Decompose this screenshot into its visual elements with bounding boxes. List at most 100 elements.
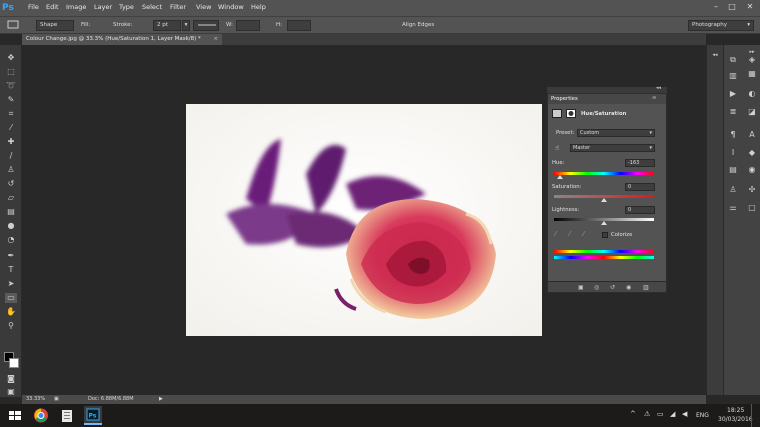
menu-type[interactable]: Type [119,3,134,11]
color-panel-icon[interactable]: ◈ [746,55,758,65]
minimize-button[interactable]: – [710,1,722,13]
lightness-slider-thumb[interactable] [601,221,607,225]
saturation-value-field[interactable]: 0 [625,183,655,191]
screen-mode-icon[interactable]: ▣ [5,387,17,397]
menu-image[interactable]: Image [66,3,86,11]
width-field[interactable] [236,20,260,31]
hand-tool-icon[interactable]: ✋ [5,307,17,317]
properties-panel-icon[interactable]: ⚌ [727,203,739,213]
height-field[interactable] [287,20,311,31]
info-panel-icon[interactable]: ≣ [727,107,739,117]
status-menu-arrow-icon[interactable]: ▶ [159,395,163,404]
character-panel-icon[interactable]: A [746,130,758,140]
clock-date[interactable]: 30/03/2016 [718,416,753,423]
channels-panel-icon[interactable]: ▤ [727,165,739,175]
menu-select[interactable]: Select [142,3,162,11]
notification-icon[interactable]: ⚠ [644,410,650,418]
clock-time[interactable]: 18:25 [727,407,744,414]
history-panel-icon[interactable]: ⧉ [727,55,739,65]
tray-chevron-icon[interactable]: ^ [630,410,636,418]
move-tool-icon[interactable]: ✥ [5,53,17,63]
clone-source-icon[interactable]: ♙ [727,185,739,195]
view-previous-icon[interactable]: ◎ [594,284,599,291]
brush-presets-icon[interactable]: ▥ [727,71,739,81]
rectangle-tool-icon[interactable]: ▭ [5,293,17,303]
menu-filter[interactable]: Filter [170,3,186,11]
maximize-button[interactable]: □ [726,1,738,13]
properties-tab[interactable]: Properties [551,96,578,102]
adjustments-panel-icon[interactable]: ◐ [746,89,758,99]
document-image[interactable] [186,104,542,336]
file-explorer-icon[interactable] [58,406,76,425]
background-color-swatch[interactable] [9,358,19,368]
paragraph-panel-icon[interactable]: ¶ [727,130,739,140]
preset-select[interactable]: Custom ▾ [577,129,655,137]
network-icon[interactable]: ◢ [670,410,675,418]
menu-layer[interactable]: Layer [94,3,112,11]
type-tool-icon[interactable]: T [5,265,17,275]
menu-view[interactable]: View [196,3,211,11]
dodge-tool-icon[interactable]: ◔ [5,235,17,245]
tool-presets-icon[interactable]: ✣ [746,185,758,195]
pen-tool-icon[interactable]: ✒ [5,251,17,261]
menu-edit[interactable]: Edit [46,3,59,11]
lasso-tool-icon[interactable]: ➰ [5,81,17,91]
mask-icon[interactable] [566,109,576,118]
stroke-type-select[interactable] [193,20,219,31]
close-tab-icon[interactable]: × [213,34,218,45]
document-tab[interactable]: Colour Change.jpg @ 33.3% (Hue/Saturatio… [22,34,222,45]
brush-tool-icon[interactable]: ∕ [5,151,17,161]
stroke-width-dropdown[interactable]: ▾ [182,20,190,31]
layers-panel-icon[interactable]: ◆ [746,148,758,158]
hue-value-field[interactable]: -163 [625,159,655,167]
zoom-level[interactable]: 33.33% [26,395,45,404]
volume-icon[interactable]: ◀ [682,410,687,418]
healing-brush-tool-icon[interactable]: ✚ [5,137,17,147]
language-indicator[interactable]: ENG [696,412,709,419]
gradient-tool-icon[interactable]: ▤ [5,207,17,217]
hue-slider-thumb[interactable] [557,175,563,179]
history-brush-tool-icon[interactable]: ↺ [5,179,17,189]
stroke-width-field[interactable]: 2 pt [153,20,181,31]
colorize-checkbox[interactable] [602,232,608,238]
clone-stamp-tool-icon[interactable]: ♙ [5,165,17,175]
hue-slider-track[interactable] [554,172,654,175]
actions-panel-icon[interactable]: ▶ [727,89,739,99]
eraser-tool-icon[interactable]: ▱ [5,193,17,203]
close-button[interactable]: ✕ [744,1,756,13]
panel-menu-icon[interactable]: ≡ [652,95,656,101]
clip-to-layer-icon[interactable]: ▣ [578,284,584,291]
channel-select[interactable]: Master ▾ [570,144,655,152]
trash-icon[interactable]: ▥ [643,284,649,291]
crop-tool-icon[interactable]: ⌗ [5,109,17,119]
quick-mask-icon[interactable]: ◙ [5,374,17,384]
eyedropper-minus-icon[interactable]: ⁄ [583,230,584,238]
visibility-eye-icon[interactable]: ◉ [626,284,631,291]
zoom-tool-icon[interactable]: ⚲ [5,321,17,331]
targeted-adjustment-icon[interactable]: ☝ [555,144,559,152]
tool-preset-icon[interactable] [4,20,22,31]
lightness-value-field[interactable]: 0 [625,206,655,214]
eyedropper-icon[interactable]: ⁄ [555,230,556,238]
menu-help[interactable]: Help [251,3,266,11]
eyedropper-tool-icon[interactable]: ⁄ [5,123,17,133]
reset-icon[interactable]: ↺ [610,284,615,291]
styles-panel-icon[interactable]: ◪ [746,107,758,117]
notes-panel-icon[interactable]: ▢ [746,203,758,213]
glyphs-panel-icon[interactable]: Ⅰ [727,148,739,158]
swatches-panel-icon[interactable]: ▦ [746,69,758,79]
menu-window[interactable]: Window [218,3,244,11]
mode-select[interactable]: Shape [36,20,74,31]
saturation-slider-thumb[interactable] [601,198,607,202]
status-info-icon[interactable]: ▣ [54,395,59,404]
dock-collapse-icon[interactable]: ◂◂ [709,50,721,60]
marquee-tool-icon[interactable]: ⬚ [5,67,17,77]
paths-panel-icon[interactable]: ◉ [746,165,758,175]
workspace-select[interactable]: Photography ▾ [688,20,754,31]
quick-select-tool-icon[interactable]: ✎ [5,95,17,105]
blur-tool-icon[interactable]: ● [5,221,17,231]
folder-tray-icon[interactable]: ▭ [657,410,664,418]
eyedropper-plus-icon[interactable]: ⁄ [569,230,570,238]
windows-start-icon[interactable] [6,406,24,425]
collapse-icon[interactable]: ◂◂ [656,85,661,91]
